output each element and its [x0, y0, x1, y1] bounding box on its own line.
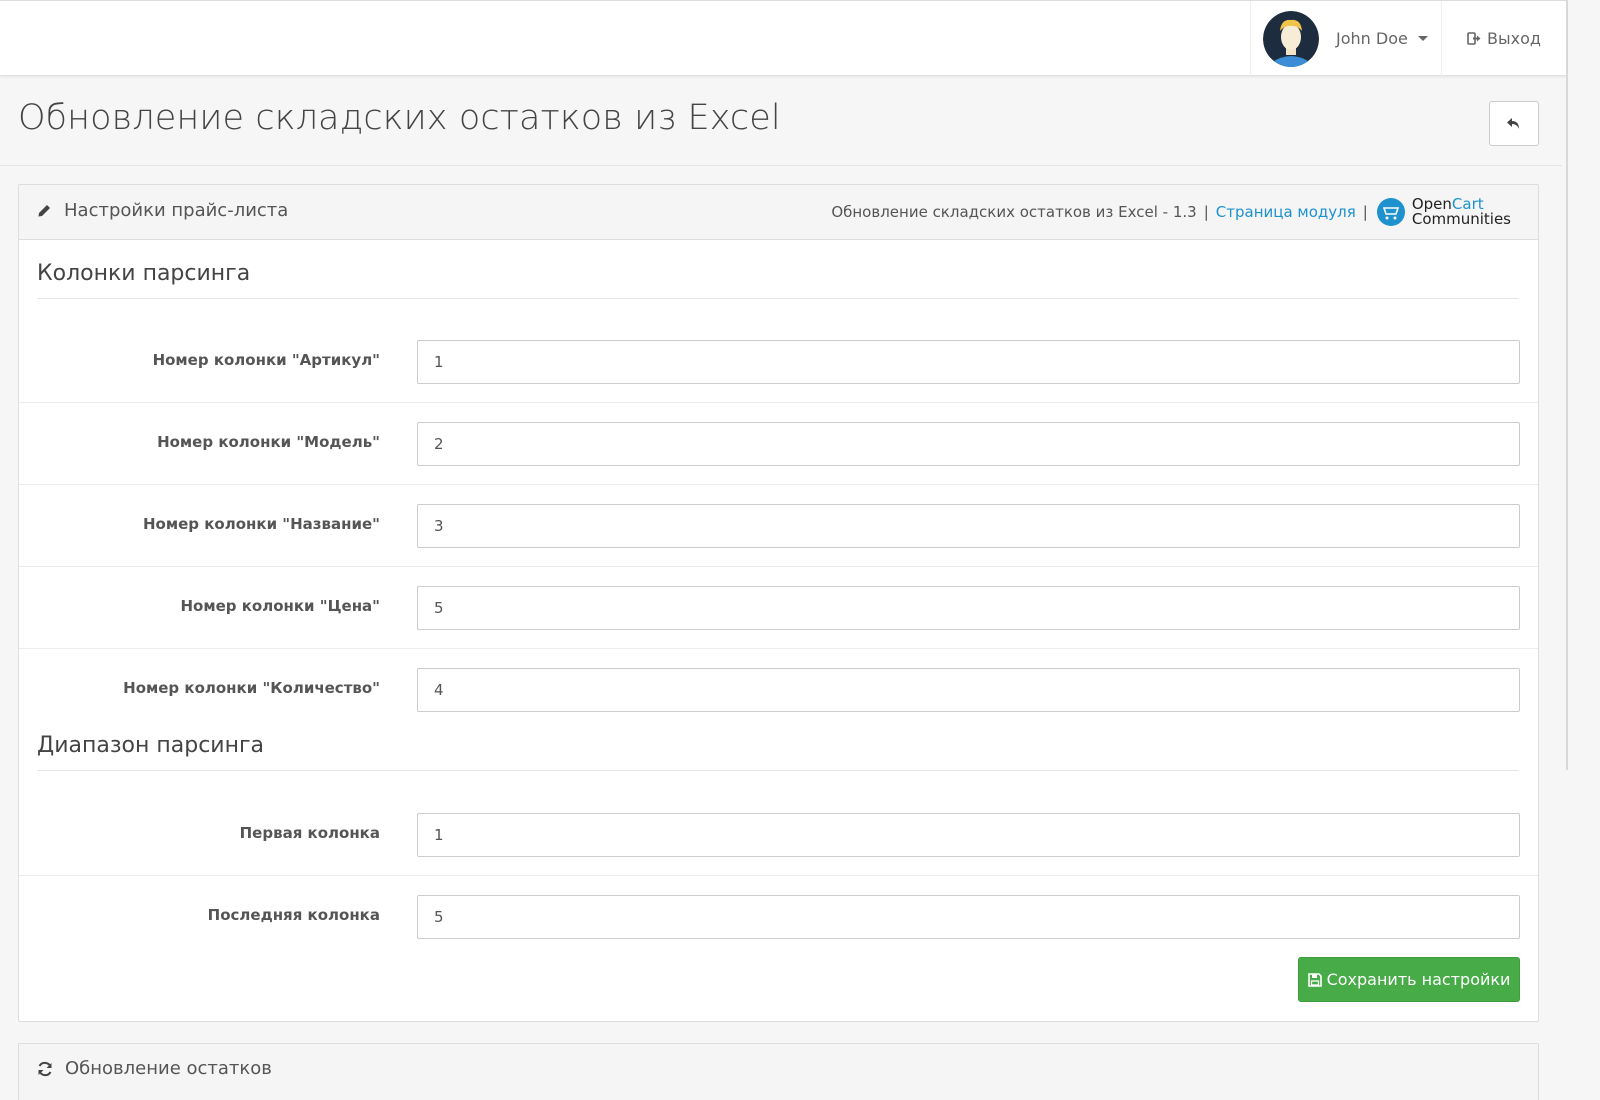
field-label-quantity: Номер колонки "Количество" — [123, 679, 380, 697]
logout-button[interactable]: Выход — [1441, 1, 1566, 76]
settings-panel: Настройки прайс-листа Обновление складск… — [18, 184, 1539, 1022]
refresh-icon — [38, 1061, 52, 1076]
opencart-communities-logo[interactable]: OpenCart Communities — [1376, 197, 1511, 228]
top-navbar: John Doe Выход — [0, 0, 1566, 76]
field-label-price: Номер колонки "Цена" — [180, 597, 380, 615]
user-menu-dropdown[interactable]: John Doe — [1250, 1, 1441, 76]
module-version: Обновление складских остатков из Excel -… — [831, 203, 1197, 221]
row-divider — [19, 566, 1538, 567]
row-divider — [19, 484, 1538, 485]
settings-panel-title: Настройки прайс-листа — [37, 200, 288, 221]
section-divider — [37, 770, 1519, 771]
field-label-last-column: Последняя колонка — [207, 906, 380, 924]
price-column-input[interactable] — [417, 586, 1520, 630]
field-label-sku: Номер колонки "Артикул" — [152, 351, 380, 369]
name-column-input[interactable] — [417, 504, 1520, 548]
page-title: Обновление складских остатков из Excel — [18, 98, 781, 138]
field-label-first-column: Первая колонка — [239, 824, 380, 842]
row-divider — [19, 875, 1538, 876]
update-panel-title: Обновление остатков — [37, 1058, 272, 1079]
user-avatar — [1263, 10, 1319, 67]
separator: | — [1203, 203, 1209, 221]
module-meta: Обновление складских остатков из Excel -… — [831, 197, 1511, 227]
first-column-input[interactable] — [417, 813, 1520, 857]
field-label-model: Номер колонки "Модель" — [157, 433, 380, 451]
chevron-down-icon — [1417, 36, 1428, 41]
model-column-input[interactable] — [417, 422, 1520, 466]
field-label-name: Номер колонки "Название" — [143, 515, 380, 533]
sku-column-input[interactable] — [417, 340, 1520, 384]
pencil-icon — [38, 205, 50, 217]
scrollbar[interactable] — [1566, 0, 1600, 1100]
row-divider — [19, 648, 1538, 649]
save-settings-button[interactable]: Сохранить настройки — [1298, 957, 1520, 1002]
floppy-disk-icon — [1307, 972, 1322, 987]
cart-icon — [1376, 198, 1405, 226]
update-stock-panel: Обновление остатков — [18, 1043, 1539, 1100]
last-column-input[interactable] — [417, 895, 1520, 939]
user-name: John Doe — [1336, 29, 1408, 48]
sign-out-icon — [1467, 32, 1481, 45]
logout-label: Выход — [1487, 29, 1541, 48]
settings-panel-heading: Настройки прайс-листа Обновление складск… — [19, 185, 1538, 240]
section-divider — [37, 298, 1519, 299]
separator: | — [1362, 203, 1368, 221]
quantity-column-input[interactable] — [417, 668, 1520, 712]
scrollbar-track[interactable] — [1566, 0, 1568, 770]
columns-section-title: Колонки парсинга — [37, 261, 251, 286]
range-section-title: Диапазон парсинга — [37, 733, 265, 758]
reply-icon — [1507, 117, 1519, 129]
module-page-link[interactable]: Страница модуля — [1216, 203, 1356, 221]
row-divider — [19, 402, 1538, 403]
logo-communities: Communities — [1411, 210, 1511, 228]
back-button[interactable] — [1489, 101, 1539, 146]
